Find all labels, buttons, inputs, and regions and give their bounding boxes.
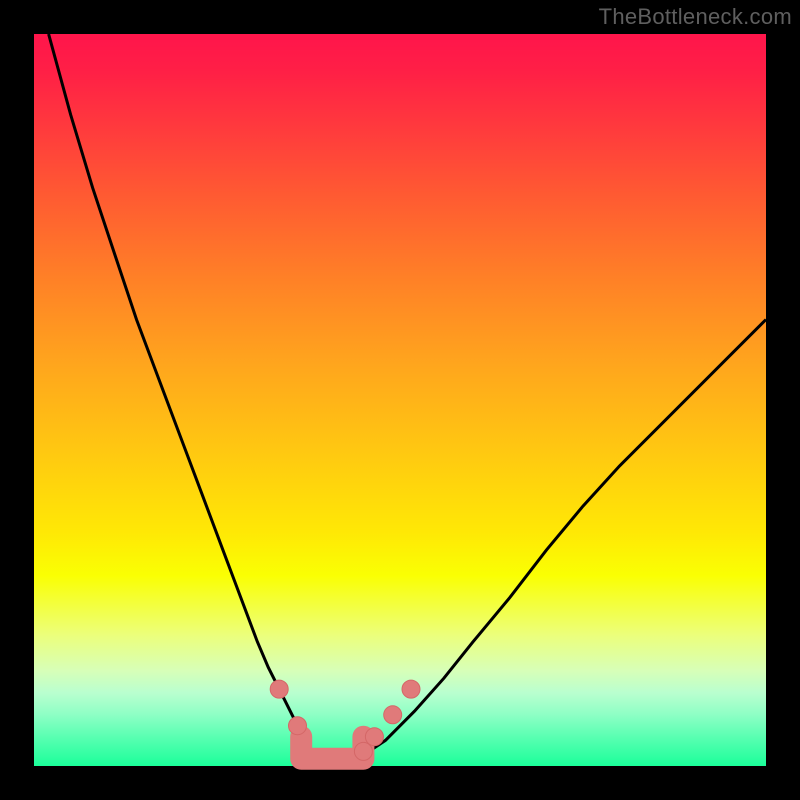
chart-svg: [34, 34, 766, 766]
chart-marker: [354, 742, 372, 760]
chart-marker: [365, 728, 383, 746]
chart-marker: [270, 680, 288, 698]
chart-marker: [289, 717, 307, 735]
bottleneck-curve: [49, 34, 766, 762]
chart-frame: TheBottleneck.com: [0, 0, 800, 800]
chart-marker: [402, 680, 420, 698]
highlight-segment: [301, 737, 363, 759]
watermark-text: TheBottleneck.com: [599, 4, 792, 30]
chart-marker: [384, 706, 402, 724]
